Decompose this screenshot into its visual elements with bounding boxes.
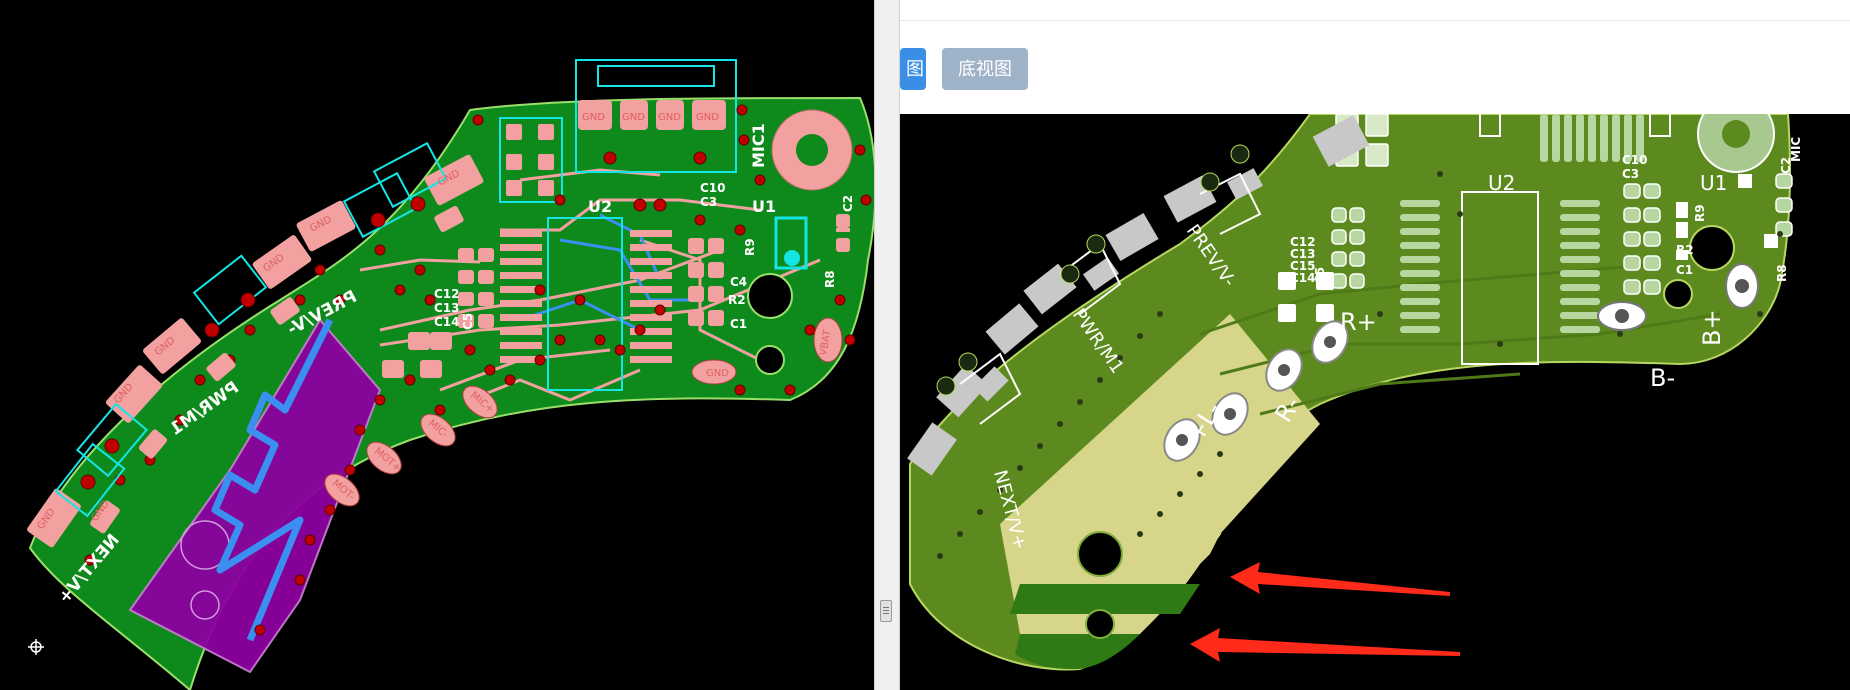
- refdes-c3: C3: [700, 195, 717, 209]
- render-refdes-c1: C1: [1676, 263, 1693, 277]
- render-silk-r-plus: R+: [1340, 308, 1377, 336]
- render-refdes-c14: C14: [1290, 271, 1316, 285]
- 3d-render-viewport[interactable]: U2 U1 C10 C3 C2 R9 C12 C13 C15 C14 C5 R2…: [900, 114, 1850, 690]
- refdes-c5: C5: [461, 313, 475, 330]
- refdes-u2: U2: [588, 197, 612, 216]
- refdes-r2: R2: [728, 293, 746, 307]
- render-mic-label: MIC: [1789, 137, 1803, 162]
- toolbar-divider-line: [900, 20, 1850, 21]
- render-refdes-u2: U2: [1488, 171, 1515, 195]
- origin-marker: [28, 639, 44, 655]
- refdes-c13: C13: [434, 301, 460, 315]
- rendered-via-hole: [1689, 225, 1735, 271]
- refdes-mic1: MIC1: [749, 123, 768, 168]
- refdes-r8: R8: [823, 270, 837, 288]
- pad-label-gnd: GND: [582, 112, 605, 123]
- refdes-c1: C1: [730, 317, 747, 331]
- render-refdes-r8: R8: [1775, 264, 1789, 282]
- pcb-layout-canvas[interactable]: U2 U1 MIC1 C10 C3 R9 C2 C4 R8 R2 C1 C12 …: [0, 0, 874, 690]
- rendered-battery-pad-hole: [1615, 309, 1629, 323]
- splitter-bar[interactable]: [874, 0, 900, 690]
- refdes-u1: U1: [752, 197, 776, 216]
- rendered-via-hole: [1663, 279, 1693, 309]
- u1-pad: [784, 250, 800, 266]
- render-refdes-c5: C5: [1313, 267, 1327, 284]
- rendered-battery-pad-hole: [1735, 279, 1749, 293]
- copper-strip-band-1: [1010, 584, 1200, 614]
- annotation-arrows: [1190, 562, 1460, 662]
- render-refdes-r2: R2: [1676, 243, 1694, 257]
- render-refdes-c3: C3: [1622, 167, 1639, 181]
- render-refdes-u1: U1: [1700, 171, 1727, 195]
- splitter-grip-icon[interactable]: [880, 600, 892, 622]
- rendered-mount-hole: [1077, 531, 1123, 577]
- render-refdes-c10: C10: [1622, 153, 1648, 167]
- refdes-c4: C4: [730, 275, 747, 289]
- refdes-c14: C14: [434, 315, 460, 329]
- bottom-view-button[interactable]: 底视图: [942, 48, 1028, 90]
- render-refdes-r9: R9: [1693, 204, 1707, 222]
- refdes-r9: R9: [743, 238, 757, 256]
- preview-toolbar: 图 底视图: [900, 0, 1850, 114]
- mic1-center: [796, 134, 828, 166]
- preview-panel: 图 底视图 U2 U1 C10 C3 C2 R9 C12 C13 C15 C14…: [900, 0, 1850, 690]
- mounting-hole: [747, 273, 793, 319]
- pad-label-gnd: GND: [696, 112, 719, 123]
- annotation-arrow-icon: [1190, 628, 1460, 662]
- usb-connector-shell: [597, 65, 715, 87]
- pad-label-gnd: GND: [658, 112, 681, 123]
- render-silk-b-plus: B+: [1698, 309, 1726, 346]
- refdes-c12: C12: [434, 287, 460, 301]
- refdes-c10: C10: [700, 181, 726, 195]
- top-view-button[interactable]: 图: [900, 48, 926, 90]
- render-silk-b-minus: B-: [1650, 364, 1675, 392]
- pad-label-gnd: GND: [622, 112, 645, 123]
- rendered-mount-hole: [1085, 609, 1115, 639]
- rendered-mic-center: [1722, 120, 1750, 148]
- mounting-hole: [755, 345, 785, 375]
- annotation-arrow-icon: [1230, 562, 1450, 596]
- refdes-c2: C2: [841, 195, 855, 212]
- pad-label-gnd: GND: [706, 368, 729, 379]
